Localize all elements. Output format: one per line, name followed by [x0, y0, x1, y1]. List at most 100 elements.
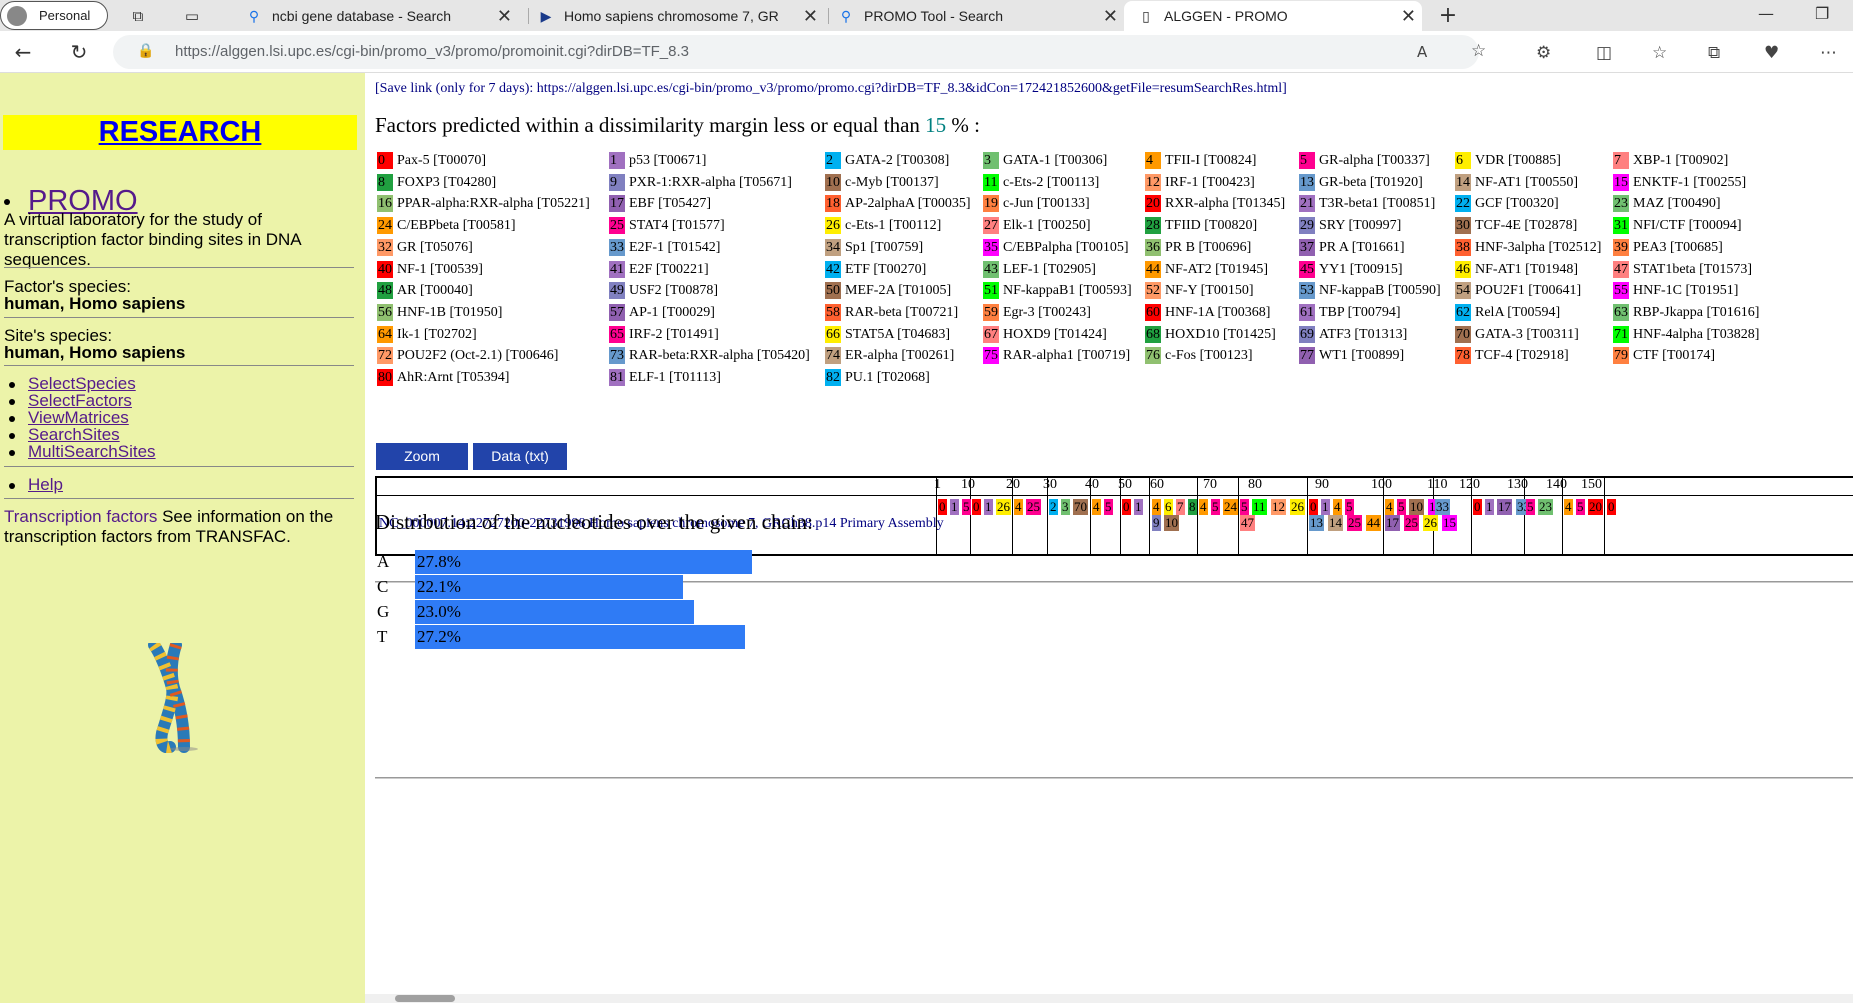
help-link[interactable]: Help	[28, 475, 63, 495]
binding-site-mark[interactable]: 4	[1152, 499, 1161, 515]
new-tab-icon[interactable]: +	[1438, 5, 1458, 27]
close-icon[interactable]: ✕	[1401, 1, 1416, 31]
binding-site-mark[interactable]: 1	[1134, 499, 1143, 515]
url-text[interactable]: https://alggen.lsi.upc.es/cgi-bin/promo_…	[175, 43, 689, 60]
close-icon[interactable]: ✕	[1103, 1, 1118, 31]
binding-site-mark[interactable]: 33	[1435, 499, 1450, 515]
binding-site-mark[interactable]: 1	[950, 499, 959, 515]
factor-number-badge: 5	[1299, 152, 1315, 169]
read-aloud-icon[interactable]: A	[1417, 43, 1427, 61]
binding-site-mark[interactable]: 25	[1026, 499, 1041, 515]
zoom-button[interactable]: Zoom	[376, 443, 468, 470]
factor-number-badge: 2	[825, 152, 841, 169]
more-menu-icon[interactable]: ⋯	[1820, 43, 1837, 63]
multi-search-sites-link[interactable]: MultiSearchSites	[28, 442, 156, 462]
research-link[interactable]: RESEARCH	[3, 115, 357, 150]
binding-site-mark[interactable]: 10	[1409, 499, 1424, 515]
workspaces-icon[interactable]: ⧉	[128, 6, 148, 26]
binding-site-mark[interactable]: 4	[1092, 499, 1101, 515]
binding-site-mark[interactable]: 1	[1321, 499, 1330, 515]
factor-legend-item: 72 POU2F2 (Oct-2.1) [T00646]	[377, 347, 558, 365]
binding-site-mark[interactable]: 3	[1061, 499, 1070, 515]
binding-site-mark[interactable]: 4	[1333, 499, 1342, 515]
binding-site-mark[interactable]: 0	[1122, 499, 1131, 515]
binding-site-mark[interactable]: 5	[1576, 499, 1585, 515]
binding-site-mark[interactable]: 26	[1423, 515, 1438, 531]
binding-site-mark[interactable]: 13	[1309, 515, 1324, 531]
binding-site-mark[interactable]: 1	[984, 499, 993, 515]
binding-site-mark[interactable]: 23	[1538, 499, 1553, 515]
binding-site-mark[interactable]: 26	[1290, 499, 1305, 515]
binding-site-mark[interactable]: 12	[1271, 499, 1286, 515]
binding-site-mark[interactable]: 7	[1176, 499, 1185, 515]
tab-homo-sapiens[interactable]: ▶ Homo sapiens chromosome 7, GR ✕	[534, 1, 824, 31]
tab-alggen-promo[interactable]: ▯ ALGGEN - PROMO ✕	[1124, 1, 1422, 31]
close-icon[interactable]: ✕	[497, 1, 512, 31]
tab-promo-search[interactable]: ⚲ PROMO Tool - Search ✕	[834, 1, 1124, 31]
binding-site-mark[interactable]: 5	[1211, 499, 1220, 515]
factor-legend-item: 29 SRY [T00997]	[1299, 217, 1401, 235]
binding-site-mark[interactable]: 70	[1073, 499, 1088, 515]
binding-site-mark[interactable]: 4	[1014, 499, 1023, 515]
factor-legend-item: 31 NFI/CTF [T00094]	[1613, 217, 1742, 235]
tab-actions-icon[interactable]: ▭	[182, 6, 202, 26]
binding-site-mark[interactable]: 5	[1397, 499, 1406, 515]
binding-site-mark[interactable]: 17	[1497, 499, 1512, 515]
binding-site-mark[interactable]: 0	[1607, 499, 1616, 515]
binding-site-mark[interactable]: 14	[1328, 515, 1343, 531]
collections-icon[interactable]: ⧉	[1708, 43, 1720, 63]
binding-site-mark[interactable]: 8	[1188, 499, 1197, 515]
binding-site-mark[interactable]: 5	[962, 499, 971, 515]
binding-site-mark[interactable]: 25	[1404, 515, 1419, 531]
tab-ncbi-search[interactable]: ⚲ ncbi gene database - Search ✕	[236, 1, 518, 31]
close-icon[interactable]: ✕	[803, 1, 818, 31]
save-link[interactable]: [Save link (only for 7 days): https://al…	[375, 81, 1287, 97]
binding-site-mark[interactable]: 47	[1240, 515, 1255, 531]
split-screen-icon[interactable]: ◫	[1596, 43, 1612, 63]
profile-button[interactable]: Personal	[0, 1, 108, 30]
binding-site-mark[interactable]: 20	[1588, 499, 1603, 515]
binding-site-mark[interactable]: 2	[1049, 499, 1058, 515]
maximize-icon[interactable]: ❐	[1815, 4, 1829, 23]
factor-number-badge: 50	[825, 282, 841, 300]
horizontal-scrollbar[interactable]	[365, 994, 1853, 1003]
binding-site-mark[interactable]: 0	[972, 499, 981, 515]
binding-site-mark[interactable]: 5	[1526, 499, 1535, 515]
favorites-icon[interactable]: ☆	[1652, 43, 1667, 63]
binding-site-mark[interactable]: 9	[1152, 515, 1161, 531]
extensions-icon[interactable]: ⚙	[1536, 43, 1551, 63]
binding-site-mark[interactable]: 0	[1309, 499, 1318, 515]
binding-site-mark[interactable]: 10	[1164, 515, 1179, 531]
binding-site-mark[interactable]: 5	[1104, 499, 1113, 515]
binding-site-mark[interactable]: 4	[1564, 499, 1573, 515]
binding-site-mark[interactable]: 24	[1223, 499, 1238, 515]
factor-name: RXR-alpha [T01345]	[1165, 196, 1286, 212]
binding-site-mark[interactable]: 4	[1385, 499, 1394, 515]
transcription-factors-link[interactable]: Transcription factors	[4, 507, 157, 526]
binding-site-mark[interactable]: 0	[938, 499, 947, 515]
browser-essentials-icon[interactable]: ♥	[1764, 43, 1779, 63]
binding-site-mark[interactable]: 11	[1252, 499, 1267, 515]
address-bar[interactable]: 🔒 https://alggen.lsi.upc.es/cgi-bin/prom…	[113, 35, 1486, 69]
binding-site-mark[interactable]: 5	[1240, 499, 1249, 515]
binding-site-mark[interactable]: 17	[1385, 515, 1400, 531]
factor-number-badge: 63	[1613, 303, 1629, 321]
binding-site-mark[interactable]: 15	[1442, 515, 1457, 531]
binding-site-mark[interactable]: 0	[1473, 499, 1482, 515]
binding-site-mark[interactable]: 25	[1347, 515, 1362, 531]
factor-legend-item: 60 HNF-1A [T00368]	[1145, 303, 1270, 321]
back-icon[interactable]: ←	[10, 39, 36, 65]
binding-site-mark[interactable]: 4	[1199, 499, 1208, 515]
data-txt-button[interactable]: Data (txt)	[473, 443, 567, 470]
binding-site-mark[interactable]: 44	[1366, 515, 1381, 531]
minimize-icon[interactable]: —	[1758, 4, 1774, 23]
factor-name: p53 [T00671]	[629, 153, 707, 168]
binding-site-mark[interactable]: 1	[1485, 499, 1494, 515]
binding-site-mark[interactable]: 6	[1164, 499, 1173, 515]
binding-site-mark[interactable]: 5	[1345, 499, 1354, 515]
favorite-star-icon[interactable]: ☆	[1471, 41, 1486, 61]
factor-number-badge: 71	[1613, 325, 1629, 343]
scrollbar-thumb[interactable]	[395, 995, 455, 1002]
refresh-icon[interactable]: ↻	[66, 39, 92, 65]
binding-site-mark[interactable]: 26	[996, 499, 1011, 515]
